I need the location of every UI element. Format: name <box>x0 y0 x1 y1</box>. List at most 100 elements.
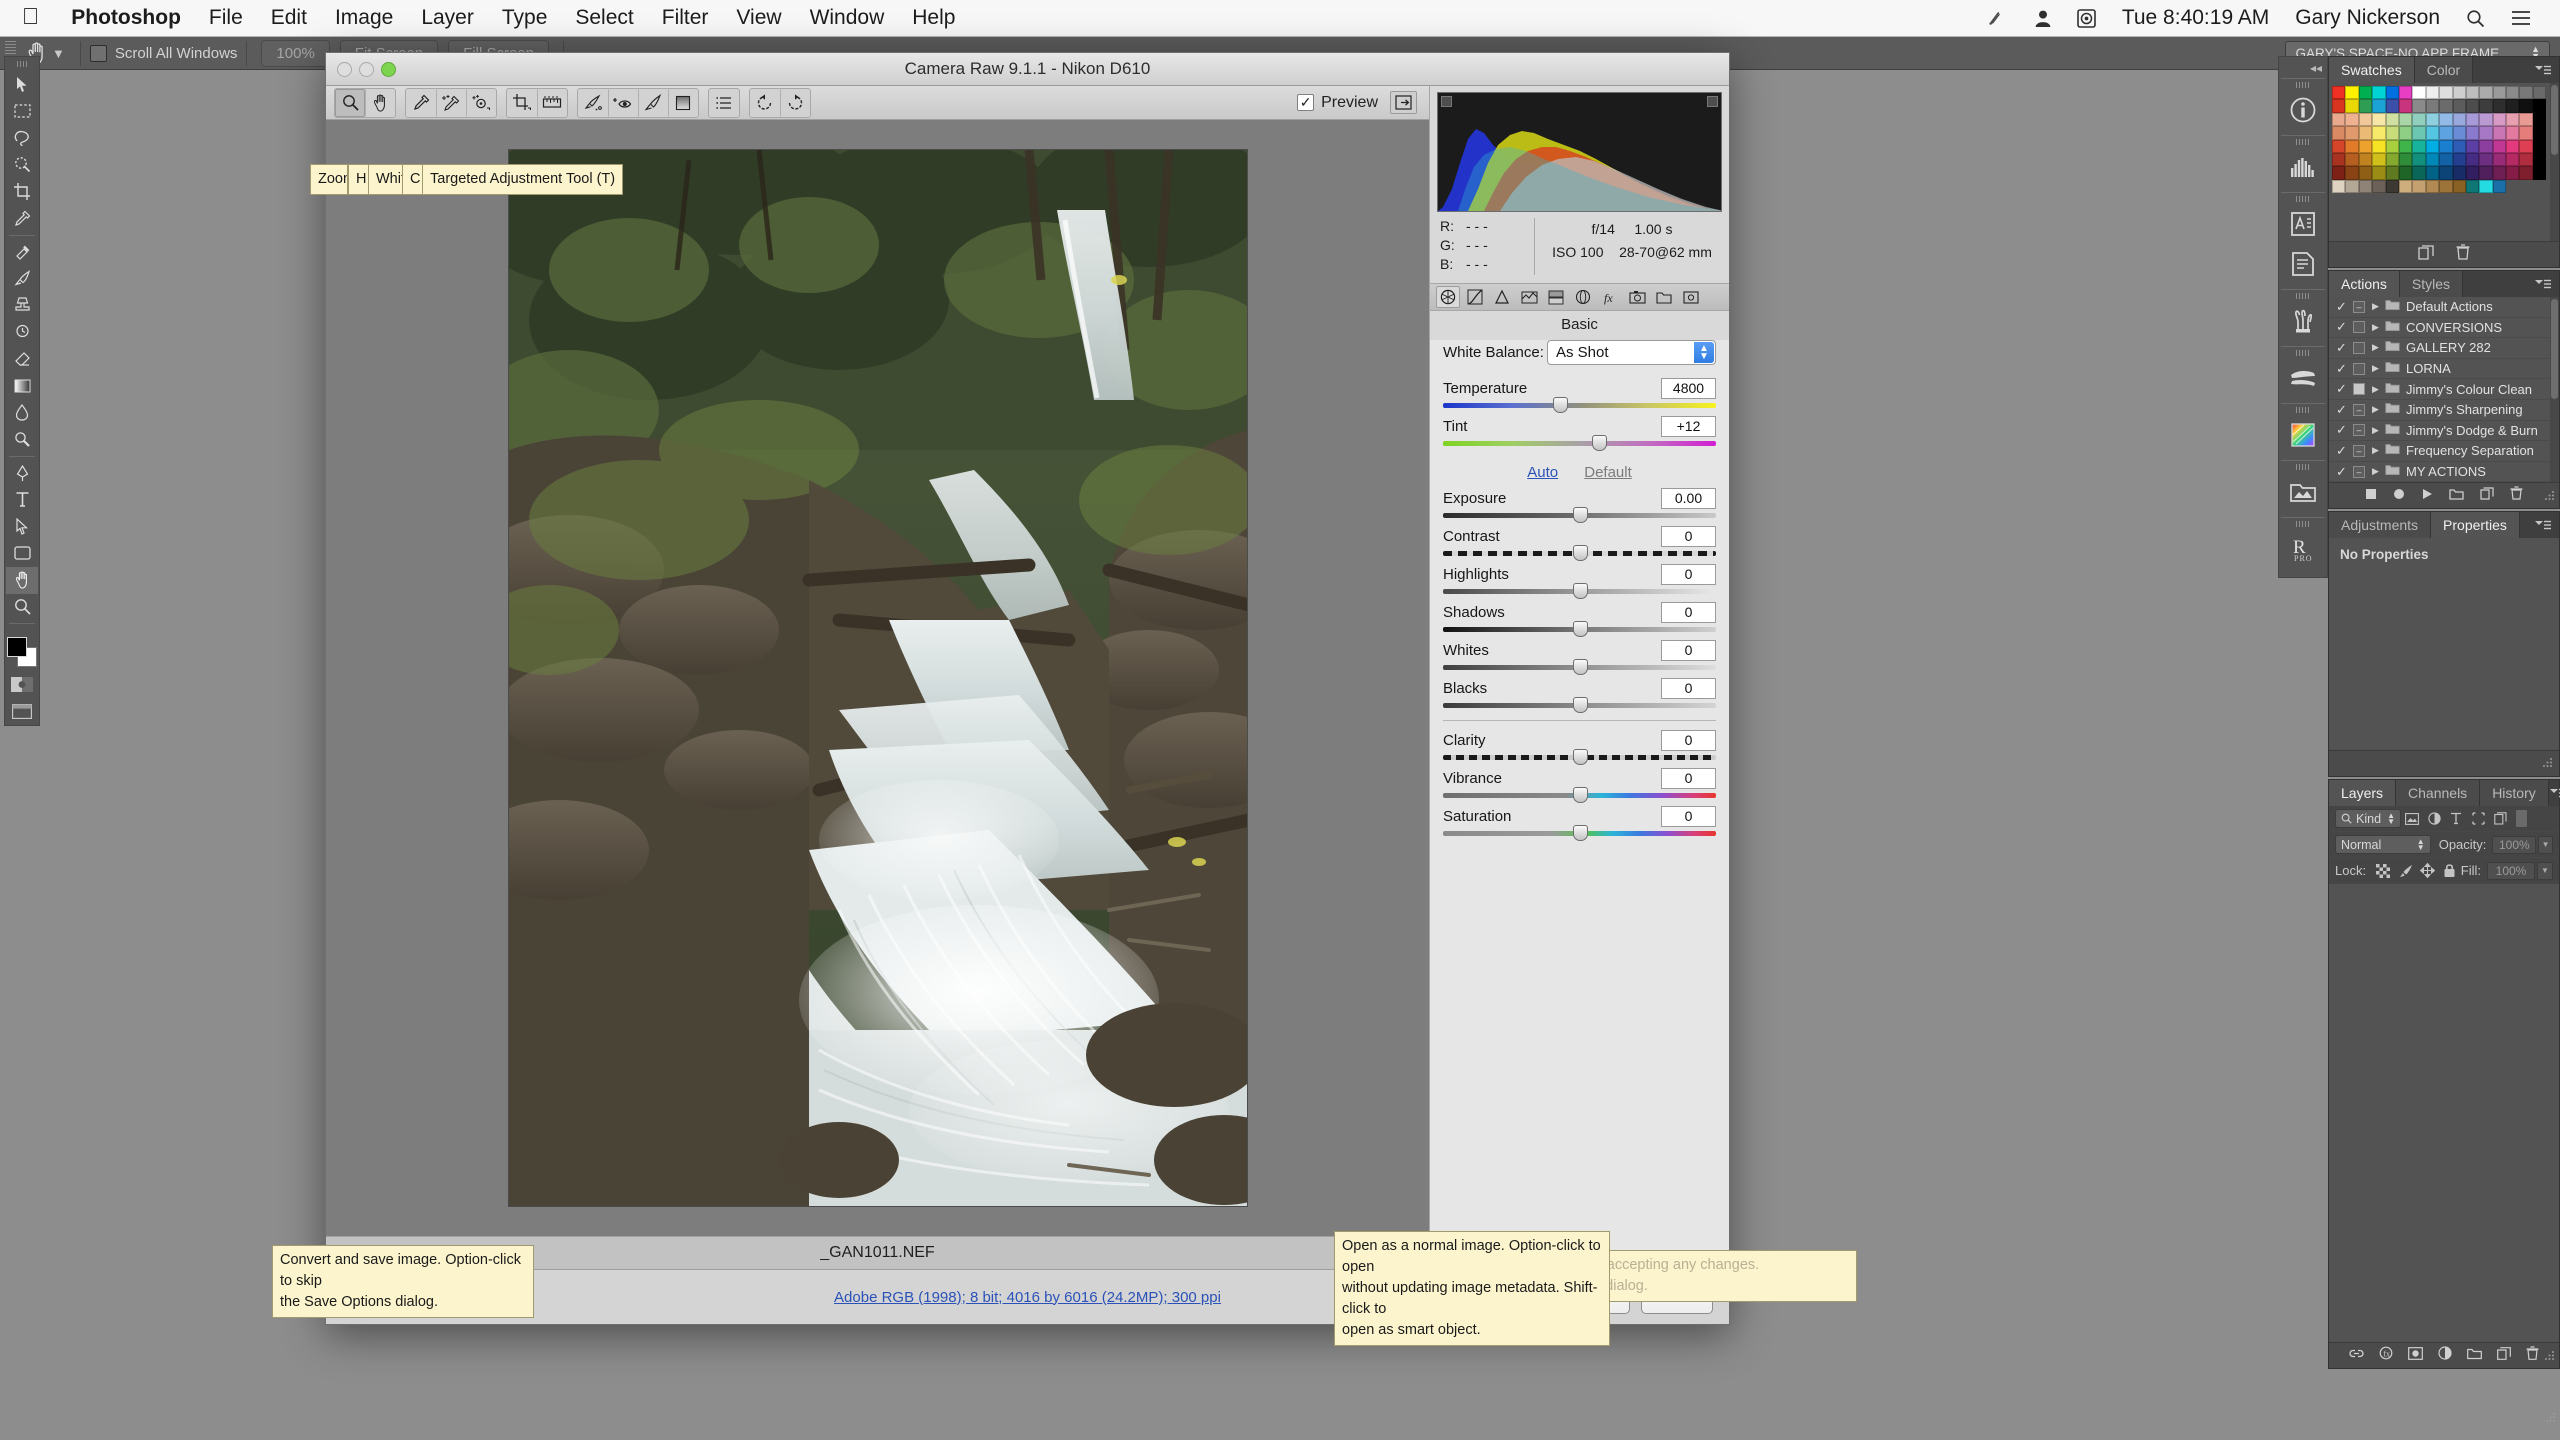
menubar-username[interactable]: Gary Nickerson <box>2282 6 2453 30</box>
rotate-left-icon[interactable] <box>750 89 780 117</box>
scroll-all-windows-checkbox[interactable] <box>89 44 107 62</box>
color-swatch[interactable] <box>2412 152 2426 167</box>
fill-dropdown-icon[interactable]: ▼ <box>2537 861 2553 880</box>
color-swatch[interactable] <box>2358 139 2373 153</box>
toggle-fullscreen-icon[interactable] <box>1390 91 1417 114</box>
camera-raw-title-bar[interactable]: Camera Raw 9.1.1 - Nikon D610 <box>326 53 1729 86</box>
color-swatch[interactable] <box>2372 152 2386 167</box>
new-action-icon[interactable] <box>2480 487 2494 505</box>
color-swatch[interactable] <box>2532 139 2547 153</box>
link-layers-icon[interactable] <box>2349 1347 2364 1365</box>
slider-track[interactable] <box>1443 545 1716 561</box>
color-swatch[interactable] <box>2398 99 2413 113</box>
action-set-row[interactable]: ✓ – ▶ MY ACTIONS <box>2329 462 2559 483</box>
zoom-tool-icon[interactable] <box>335 88 365 117</box>
color-swatch[interactable] <box>2439 86 2453 100</box>
color-swatch[interactable] <box>2519 139 2533 153</box>
brush-presets-panel-icon[interactable] <box>2283 301 2323 341</box>
slider-track[interactable] <box>1443 749 1716 765</box>
eyedropper-tool[interactable] <box>6 205 38 232</box>
dock-grip[interactable] <box>2296 293 2310 299</box>
color-swatch[interactable] <box>2479 166 2493 180</box>
actions-list[interactable]: ✓ – ▶ Default Actions ✓ ▶ CONVERSIONS ✓ ▶ GALLERY… <box>2329 297 2559 483</box>
opacity-value[interactable]: 100% <box>2492 835 2537 854</box>
hsl-grayscale-tab[interactable] <box>1517 286 1541 308</box>
type-filter-icon[interactable] <box>2445 809 2467 828</box>
notification-center-icon[interactable] <box>2498 10 2544 26</box>
color-swatch[interactable] <box>2479 152 2493 167</box>
color-swatch[interactable] <box>2372 99 2386 113</box>
color-swatch[interactable] <box>2345 166 2359 180</box>
slider-knob[interactable] <box>1572 825 1588 841</box>
slider-knob[interactable] <box>1572 697 1588 713</box>
action-enable-checkbox[interactable]: ✓ <box>2333 402 2350 418</box>
default-link[interactable]: Default <box>1584 464 1632 481</box>
dock-grip[interactable] <box>2296 407 2310 413</box>
color-swatch[interactable] <box>2398 179 2413 194</box>
expand-triangle-icon[interactable]: ▶ <box>2372 404 2385 415</box>
new-swatch-icon[interactable] <box>2418 244 2434 265</box>
color-swatch[interactable] <box>2332 139 2346 153</box>
stop-icon[interactable] <box>2365 487 2377 505</box>
color-swatch[interactable] <box>2532 112 2547 127</box>
zoom-100-button[interactable]: 100% <box>261 39 330 67</box>
color-swatch[interactable] <box>2439 179 2453 194</box>
color-swatch[interactable] <box>2385 179 2399 194</box>
slider-knob[interactable] <box>1553 397 1569 413</box>
slider-track[interactable] <box>1443 659 1716 675</box>
color-swatch[interactable] <box>2358 126 2373 140</box>
expand-triangle-icon[interactable]: ▶ <box>2372 363 2385 374</box>
color-swatch[interactable] <box>2532 166 2547 180</box>
color-swatch[interactable] <box>2465 166 2480 180</box>
tab-properties[interactable]: Properties <box>2431 512 2520 539</box>
expand-triangle-icon[interactable]: ▶ <box>2372 466 2385 477</box>
color-swatch[interactable] <box>2492 166 2507 180</box>
layer-filter-kind[interactable]: Kind ▲ ▼ <box>2335 809 2401 829</box>
color-swatch[interactable] <box>2398 152 2413 167</box>
new-group-icon[interactable] <box>2467 1347 2482 1365</box>
slider-knob[interactable] <box>1572 545 1588 561</box>
color-swatch[interactable] <box>2398 86 2413 100</box>
color-swatch[interactable] <box>2532 99 2547 113</box>
move-tool[interactable] <box>6 71 38 98</box>
panel-menu-icon[interactable] <box>2534 512 2559 538</box>
color-swatch[interactable] <box>2345 179 2359 194</box>
action-enable-checkbox[interactable]: ✓ <box>2333 340 2350 356</box>
color-swatch[interactable] <box>2439 152 2453 167</box>
color-swatch[interactable] <box>2345 99 2359 113</box>
history-brush-tool[interactable] <box>6 319 38 346</box>
color-swatch[interactable] <box>2506 99 2520 113</box>
tab-swatches[interactable]: Swatches <box>2329 57 2415 83</box>
color-swatch[interactable] <box>2439 112 2453 127</box>
blur-tool[interactable] <box>6 399 38 426</box>
slider-knob[interactable] <box>1572 583 1588 599</box>
dock-grip[interactable] <box>2296 139 2310 145</box>
color-swatch[interactable] <box>2372 126 2386 140</box>
dock-grip[interactable] <box>2296 521 2310 527</box>
actions-scrollbar[interactable] <box>2550 297 2559 483</box>
color-swatch[interactable] <box>2358 99 2373 113</box>
pen-tool[interactable] <box>6 460 38 487</box>
lock-position-icon[interactable] <box>2416 861 2438 880</box>
color-swatch[interactable] <box>2452 179 2466 194</box>
color-swatch[interactable] <box>2412 179 2426 194</box>
menu-edit[interactable]: Edit <box>257 6 321 30</box>
crop-tool-icon[interactable] <box>507 89 537 117</box>
action-dialog-toggle[interactable] <box>2353 383 2365 396</box>
menu-type[interactable]: Type <box>488 6 562 30</box>
slider-knob[interactable] <box>1572 621 1588 637</box>
action-set-row[interactable]: ✓ ▶ LORNA <box>2329 359 2559 380</box>
action-dialog-toggle[interactable] <box>2353 341 2365 354</box>
presets-tab[interactable] <box>1652 286 1676 308</box>
color-swatch[interactable] <box>2345 86 2359 100</box>
color-swatch[interactable] <box>2425 166 2440 180</box>
eraser-tool[interactable] <box>6 346 38 373</box>
color-swatch[interactable] <box>2345 112 2359 127</box>
wifi-icon[interactable] <box>1974 10 2022 26</box>
slider-value[interactable]: +12 <box>1661 415 1716 437</box>
color-swatch[interactable] <box>2506 86 2520 100</box>
path-selection-tool[interactable] <box>6 513 38 540</box>
slider-knob[interactable] <box>1572 749 1588 765</box>
camera-calibration-tab[interactable] <box>1625 286 1649 308</box>
color-swatch[interactable] <box>2332 112 2346 127</box>
